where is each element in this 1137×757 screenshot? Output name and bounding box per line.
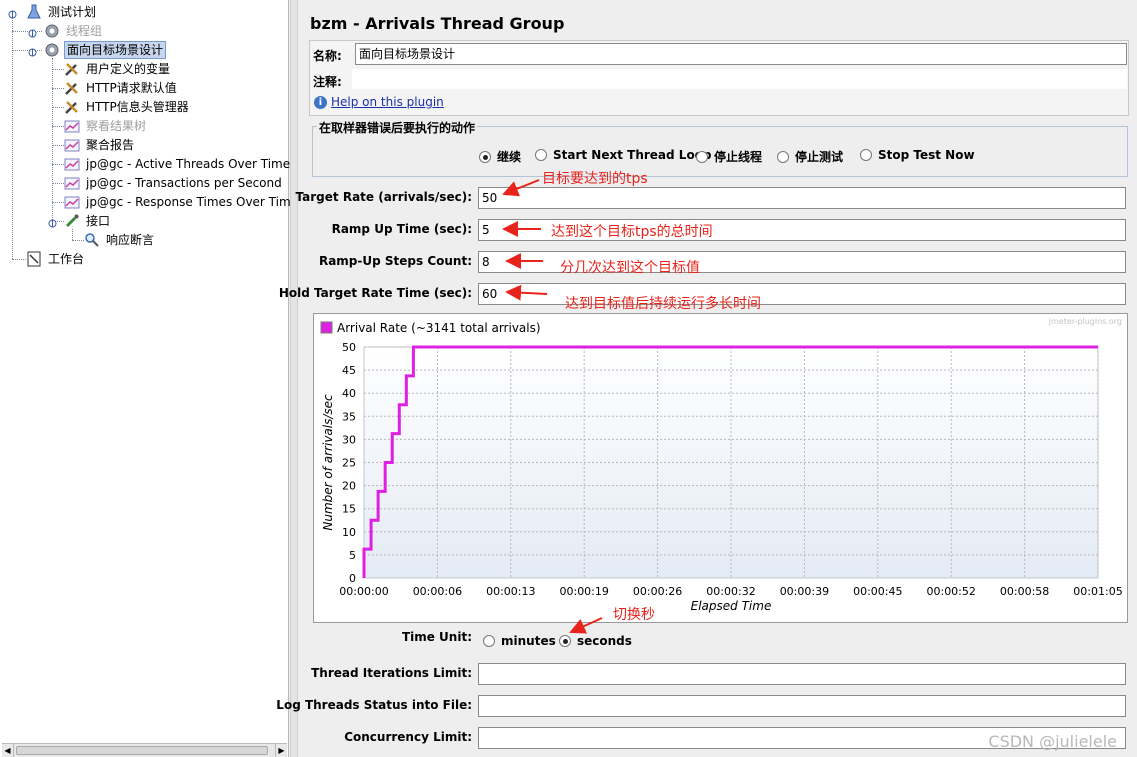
tree-connector bbox=[12, 259, 26, 260]
annotation-ramp-up: 达到这个目标tps的总时间 bbox=[551, 224, 713, 240]
tree-connector bbox=[52, 145, 64, 146]
tree-connector bbox=[52, 58, 53, 220]
scroll-right-arrow-icon[interactable]: ▶ bbox=[275, 744, 287, 757]
tree-node-label: 面向目标场景设计 bbox=[64, 41, 167, 59]
tree-node-label: 接口 bbox=[86, 214, 111, 228]
tree-node-label: 用户定义的变量 bbox=[86, 62, 171, 76]
tree-connector bbox=[52, 69, 64, 70]
tree-connector bbox=[52, 88, 64, 89]
tree-connector bbox=[52, 183, 64, 184]
tree-connector bbox=[52, 107, 64, 108]
horizontal-scrollbar[interactable]: ◀ ▶ bbox=[2, 743, 287, 757]
expand-toggle-icon[interactable] bbox=[8, 8, 17, 19]
annotation-arrows bbox=[502, 179, 603, 634]
tree-connector bbox=[52, 164, 64, 165]
chart-icon bbox=[64, 175, 81, 191]
tree-node-label: 聚合报告 bbox=[86, 138, 135, 152]
chart-icon bbox=[64, 137, 81, 153]
tree-node-label: 工作台 bbox=[48, 252, 85, 266]
chart-icon bbox=[64, 118, 81, 134]
arrow-icon bbox=[505, 284, 548, 301]
annotation-time-unit: 切换秒 bbox=[613, 607, 655, 623]
workbench-icon bbox=[26, 251, 43, 267]
tree-node-label: 察看结果树 bbox=[86, 119, 147, 133]
tree-connector bbox=[12, 31, 42, 32]
annotation-target-rate: 目标要达到的tps bbox=[542, 171, 648, 187]
scrollbar-thumb[interactable] bbox=[16, 746, 268, 755]
tree-node-label: jp@gc - Active Threads Over Time bbox=[86, 157, 291, 171]
wrench-icon bbox=[64, 61, 81, 77]
expand-toggle-icon[interactable] bbox=[28, 27, 37, 38]
scroll-left-arrow-icon[interactable]: ◀ bbox=[2, 744, 14, 757]
tree-connector bbox=[72, 229, 73, 240]
tree-node-label: HTTP信息头管理器 bbox=[86, 100, 189, 114]
tree-connector bbox=[52, 202, 64, 203]
chart-icon bbox=[64, 194, 81, 210]
tree-node-label: jp@gc - Response Times Over Time bbox=[86, 195, 299, 209]
annotation-steps: 分几次达到这个目标值 bbox=[560, 260, 700, 276]
gear-icon bbox=[44, 42, 61, 58]
flask-icon bbox=[26, 4, 43, 20]
gear-icon bbox=[44, 23, 61, 39]
wrench-icon bbox=[64, 80, 81, 96]
tree-connector bbox=[72, 240, 84, 241]
arrow-icon bbox=[502, 179, 540, 197]
expand-toggle-icon[interactable] bbox=[48, 217, 57, 228]
tree-node-label: jp@gc - Transactions per Second bbox=[86, 176, 282, 190]
tree-node-label: 线程组 bbox=[66, 24, 103, 38]
tree-connector bbox=[52, 126, 64, 127]
split-pane-divider[interactable] bbox=[290, 0, 298, 757]
wrench-icon bbox=[64, 99, 81, 115]
tree-node-label: 测试计划 bbox=[48, 5, 97, 19]
pipette-icon bbox=[64, 213, 81, 229]
annotation-hold: 达到目标值后持续运行多长时间 bbox=[565, 296, 761, 312]
main-panel: bzm - Arrivals Thread Group 名称: 面向目标场景设计… bbox=[276, 0, 1137, 757]
test-plan-tree: 测试计划线程组面向目标场景设计用户定义的变量 HTTP请求默认值 HTTP信息头管理… bbox=[0, 0, 298, 757]
tree-node-label: 响应断言 bbox=[106, 233, 155, 247]
tree-connector bbox=[12, 50, 42, 51]
expand-toggle-icon[interactable] bbox=[28, 46, 37, 57]
chart-icon bbox=[64, 156, 81, 172]
watermark: CSDN @julielele bbox=[988, 732, 1117, 751]
tree-node-label: HTTP请求默认值 bbox=[86, 81, 177, 95]
magnifier-icon bbox=[84, 232, 101, 248]
arrow-icon bbox=[569, 617, 603, 634]
